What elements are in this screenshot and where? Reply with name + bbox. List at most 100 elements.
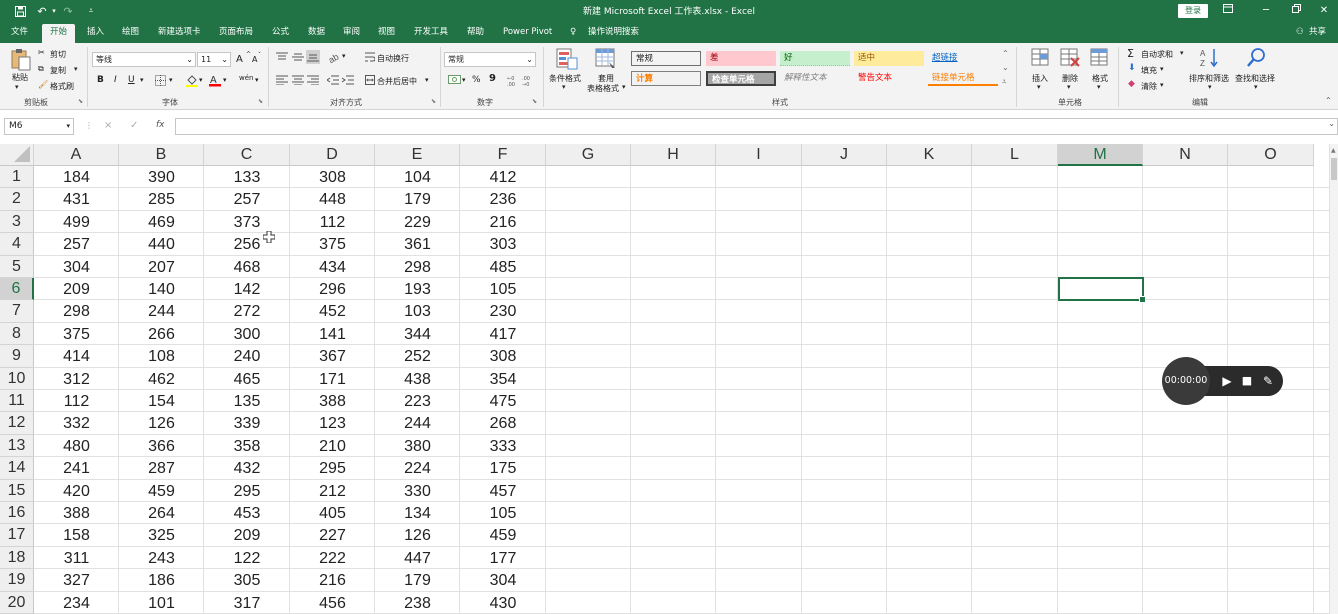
- row-header[interactable]: 14: [0, 457, 34, 480]
- table-cell[interactable]: 126: [119, 412, 204, 434]
- row-header[interactable]: 19: [0, 569, 34, 592]
- column-header-a[interactable]: A: [34, 144, 119, 166]
- row-header[interactable]: 5: [0, 255, 34, 278]
- wrap-text-icon[interactable]: [365, 52, 376, 65]
- column-header-h[interactable]: H: [631, 144, 716, 166]
- align-right-icon[interactable]: [307, 75, 319, 88]
- table-cell[interactable]: 440: [119, 233, 204, 255]
- table-cell[interactable]: 216: [290, 569, 375, 591]
- cancel-icon[interactable]: ×: [104, 120, 112, 131]
- table-cell[interactable]: 105: [460, 502, 546, 524]
- table-cell[interactable]: 229: [375, 211, 460, 233]
- delete-dropdown-icon[interactable]: ▾: [1067, 83, 1071, 91]
- table-cell[interactable]: 123: [290, 412, 375, 434]
- table-cell[interactable]: 264: [119, 502, 204, 524]
- table-cell[interactable]: 358: [204, 435, 290, 457]
- column-header-j[interactable]: J: [802, 144, 887, 166]
- formula-input[interactable]: ⌄: [175, 118, 1338, 135]
- pen-icon[interactable]: ✎: [1260, 373, 1276, 389]
- table-cell[interactable]: 266: [119, 323, 204, 345]
- table-format-dropdown-icon[interactable]: ▾: [622, 83, 626, 91]
- paste-icon[interactable]: [10, 48, 32, 71]
- insert-dropdown-icon[interactable]: ▾: [1037, 83, 1041, 91]
- tell-me-search[interactable]: 操作说明搜索: [586, 26, 641, 42]
- table-cell[interactable]: 210: [290, 435, 375, 457]
- worksheet-grid[interactable]: ABCDEFGHIJKLMNO 1 2 3 4 5 6 7 8 9 10 11 12 13 14 15 16 1…: [0, 144, 1338, 614]
- table-cell[interactable]: 179: [375, 569, 460, 591]
- table-cell[interactable]: 447: [375, 547, 460, 569]
- column-header-f[interactable]: F: [460, 144, 546, 166]
- table-cell[interactable]: 236: [460, 188, 546, 210]
- table-cell[interactable]: 140: [119, 278, 204, 300]
- tab-page-layout[interactable]: 页面布局: [217, 26, 255, 42]
- tab-review[interactable]: 审阅: [341, 26, 362, 42]
- column-header-n[interactable]: N: [1143, 144, 1228, 166]
- row-header[interactable]: 17: [0, 524, 34, 547]
- align-center-icon[interactable]: [292, 75, 304, 88]
- percent-button[interactable]: %: [472, 75, 481, 85]
- autosum-button[interactable]: 自动求和: [1141, 49, 1173, 60]
- table-cell[interactable]: 417: [460, 323, 546, 345]
- table-cell[interactable]: 339: [204, 412, 290, 434]
- font-name-select[interactable]: 等线 ⌄: [92, 52, 196, 67]
- style-neutral[interactable]: 适中: [854, 51, 924, 66]
- row-header[interactable]: 2: [0, 188, 34, 211]
- table-cell[interactable]: 330: [375, 480, 460, 502]
- table-cell[interactable]: 257: [34, 233, 119, 255]
- insert-function-icon[interactable]: fx: [156, 120, 165, 130]
- table-cell[interactable]: 207: [119, 256, 204, 278]
- column-header-c[interactable]: C: [204, 144, 290, 166]
- style-linked-cell[interactable]: 链接单元格: [928, 71, 998, 86]
- table-cell[interactable]: 234: [34, 592, 119, 614]
- tab-file[interactable]: 文件: [9, 26, 30, 42]
- table-cell[interactable]: 171: [290, 368, 375, 390]
- decrease-indent-icon[interactable]: [326, 75, 339, 88]
- scrollbar-thumb[interactable]: [1331, 158, 1337, 180]
- table-cell[interactable]: 431: [34, 188, 119, 210]
- table-cell[interactable]: 285: [119, 188, 204, 210]
- accounting-dropdown-icon[interactable]: ▾: [462, 76, 466, 84]
- row-header[interactable]: 16: [0, 502, 34, 525]
- table-cell[interactable]: 388: [34, 502, 119, 524]
- alignment-launcher-icon[interactable]: ⬊: [431, 98, 436, 105]
- row-header[interactable]: 3: [0, 210, 34, 234]
- format-dropdown-icon[interactable]: ▾: [1097, 83, 1101, 91]
- restore-icon[interactable]: [1282, 2, 1310, 20]
- fill-button[interactable]: 填充: [1141, 65, 1157, 76]
- table-cell[interactable]: 375: [34, 323, 119, 345]
- table-cell[interactable]: 388: [290, 390, 375, 412]
- column-header-e[interactable]: E: [375, 144, 460, 166]
- table-cell[interactable]: 469: [119, 211, 204, 233]
- increase-decimal-icon[interactable]: ←0.00: [507, 75, 520, 89]
- fill-down-icon[interactable]: ⬇: [1128, 63, 1136, 73]
- clear-button[interactable]: 清除: [1141, 81, 1157, 92]
- stop-icon[interactable]: ■: [1239, 373, 1255, 389]
- table-cell[interactable]: 177: [460, 547, 546, 569]
- table-cell[interactable]: 298: [375, 256, 460, 278]
- table-cell[interactable]: 135: [204, 390, 290, 412]
- borders-dropdown-icon[interactable]: ▾: [169, 76, 173, 84]
- format-painter-button[interactable]: 格式刷: [50, 81, 74, 92]
- style-check-cell[interactable]: 检查单元格: [706, 71, 776, 86]
- fill-color-dropdown-icon[interactable]: ▾: [199, 76, 203, 84]
- table-cell[interactable]: 212: [290, 480, 375, 502]
- orientation-icon[interactable]: ab: [327, 51, 341, 66]
- table-cell[interactable]: 333: [460, 435, 546, 457]
- table-cell[interactable]: 295: [204, 480, 290, 502]
- table-cell[interactable]: 390: [119, 166, 204, 188]
- row-header[interactable]: 1: [0, 166, 34, 189]
- table-cell[interactable]: 375: [290, 233, 375, 255]
- table-cell[interactable]: 414: [34, 345, 119, 367]
- clear-dropdown-icon[interactable]: ▾: [1160, 81, 1164, 89]
- table-cell[interactable]: 305: [204, 569, 290, 591]
- row-header[interactable]: 12: [0, 412, 34, 435]
- clipboard-launcher-icon[interactable]: ⬊: [78, 98, 83, 105]
- delete-cells-icon[interactable]: [1060, 48, 1080, 71]
- table-cell[interactable]: 184: [34, 166, 119, 188]
- table-cell[interactable]: 295: [290, 457, 375, 479]
- table-cell[interactable]: 432: [204, 457, 290, 479]
- table-cell[interactable]: 296: [290, 278, 375, 300]
- table-cell[interactable]: 112: [290, 211, 375, 233]
- align-top-icon[interactable]: [276, 52, 288, 65]
- close-icon[interactable]: ✕: [1310, 2, 1338, 20]
